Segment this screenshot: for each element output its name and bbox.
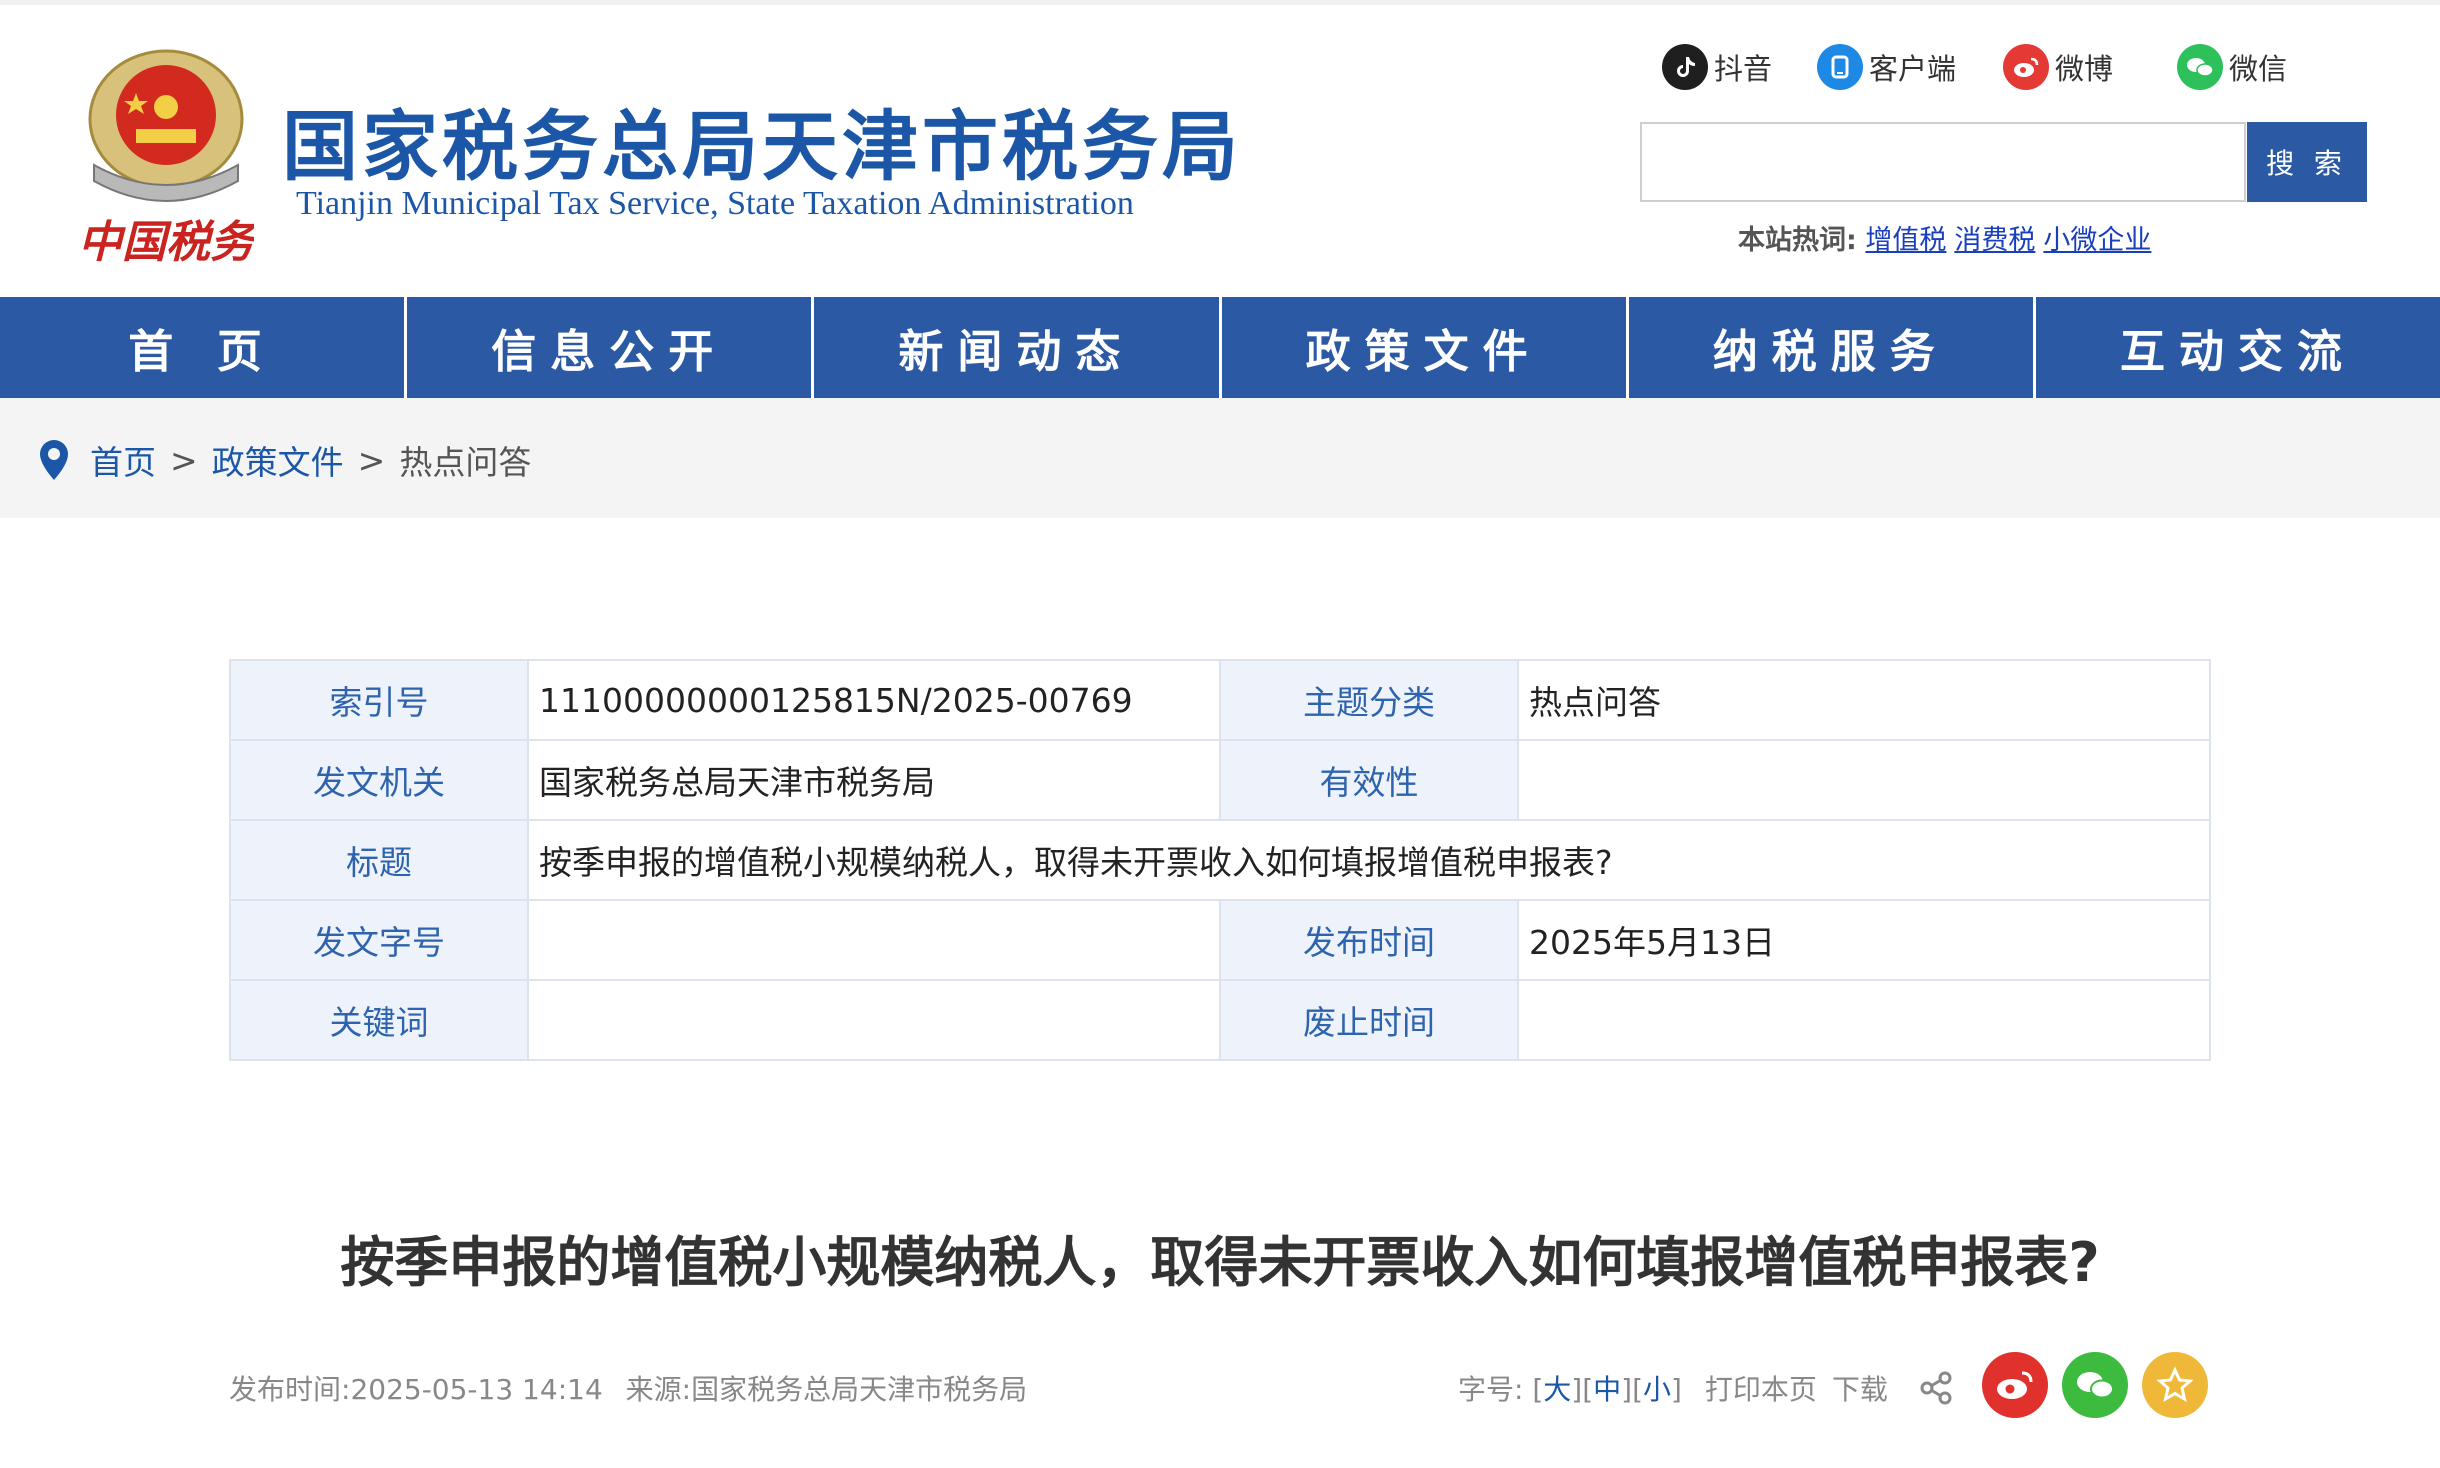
document-meta-table: 索引号 11100000000125815N/2025-00769 主题分类 热… [229, 659, 2211, 1061]
table-row: 发文字号 发布时间 2025年5月13日 [229, 899, 2211, 981]
search-button[interactable]: 搜 索 [2247, 122, 2367, 202]
meta-label: 发布时间 [1219, 899, 1519, 981]
social-link-weibo[interactable]: 微博 [2003, 43, 2113, 91]
site-title-english: Tianjin Municipal Tax Service, State Tax… [296, 185, 1134, 222]
wechat-icon [2177, 44, 2223, 90]
social-label: 微信 [2229, 52, 2288, 86]
social-label: 客户端 [1869, 52, 1957, 86]
breadcrumb-policy[interactable]: 政策文件 [212, 436, 344, 484]
meta-value [1517, 979, 2211, 1061]
weibo-icon [2003, 44, 2049, 90]
social-label: 抖音 [1714, 52, 1773, 86]
meta-label: 关键词 [229, 979, 529, 1061]
hot-word-link[interactable]: 增值税 [1865, 225, 1946, 256]
article-meta: 发布时间:2025-05-13 14:14 来源:国家税务总局天津市税务局 [229, 1368, 1027, 1408]
print-button[interactable]: 打印本页 [1705, 1373, 1817, 1406]
wechat-icon [2077, 1372, 2114, 1399]
nav-item-home[interactable]: 首 页 [0, 297, 408, 398]
site-header: 中国税务 国家税务总局天津市税务局 Tianjin Municipal Tax … [0, 5, 2440, 297]
emblem-calligraphy: 中国税务 [78, 217, 254, 268]
meta-value: 2025年5月13日 [1517, 899, 2211, 981]
social-link-wechat[interactable]: 微信 [2177, 43, 2287, 91]
weibo-icon [1997, 1371, 2033, 1399]
douyin-icon [1662, 44, 1708, 90]
meta-label: 标题 [229, 819, 529, 901]
share-wechat-button[interactable] [2062, 1352, 2128, 1418]
hot-word-link[interactable]: 小微企业 [2043, 225, 2151, 256]
font-medium-button[interactable]: 中 [1593, 1373, 1621, 1406]
hot-word-link[interactable]: 消费税 [1954, 225, 2035, 256]
nav-item-info-disclosure[interactable]: 信息公开 [407, 297, 815, 398]
article-tools: 字号: [大][中][小] 打印本页 下载 [1458, 1373, 1888, 1406]
font-large-button[interactable]: 大 [1543, 1373, 1571, 1406]
breadcrumb-home[interactable]: 首页 [90, 436, 156, 484]
breadcrumb: 首页 > 政策文件 > 热点问答 [36, 438, 531, 482]
source-label: 来源: [625, 1373, 692, 1406]
meta-label: 废止时间 [1219, 979, 1519, 1061]
published-time: 2025-05-13 14:14 [350, 1373, 603, 1406]
meta-value [527, 979, 1221, 1061]
meta-value [527, 899, 1221, 981]
share-weibo-button[interactable] [1982, 1352, 2048, 1418]
table-row: 发文机关 国家税务总局天津市税务局 有效性 [229, 739, 2211, 821]
breadcrumb-separator: > [357, 440, 386, 480]
meta-label: 有效性 [1219, 739, 1519, 821]
search-input[interactable] [1640, 122, 2246, 202]
nav-item-tax-service[interactable]: 纳税服务 [1629, 297, 2036, 398]
meta-label: 发文机关 [229, 739, 529, 821]
location-pin-icon [40, 440, 68, 480]
meta-label: 索引号 [229, 659, 529, 741]
table-row: 标题 按季申报的增值税小规模纳税人，取得未开票收入如何填报增值税申报表? [229, 819, 2211, 901]
national-emblem-logo[interactable]: 中国税务 [78, 45, 254, 275]
hot-words: 本站热词: 增值税 消费税 小微企业 [1738, 218, 2159, 257]
favorite-button[interactable] [2142, 1352, 2208, 1418]
breadcrumb-current: 热点问答 [399, 443, 532, 482]
meta-value: 按季申报的增值税小规模纳税人，取得未开票收入如何填报增值税申报表? [527, 819, 2211, 901]
nav-item-interaction[interactable]: 互动交流 [2036, 297, 2440, 398]
source-value: 国家税务总局天津市税务局 [691, 1373, 1028, 1406]
breadcrumb-separator: > [170, 440, 198, 480]
site-title[interactable]: 国家税务总局天津市税务局 [282, 85, 1242, 195]
meta-value [1517, 739, 2211, 821]
share-icon[interactable] [1918, 1370, 1954, 1406]
meta-value: 国家税务总局天津市税务局 [527, 739, 1221, 821]
social-link-douyin[interactable]: 抖音 [1662, 43, 1772, 91]
social-label: 微博 [2055, 52, 2114, 86]
nav-item-policy[interactable]: 政策文件 [1222, 297, 1629, 398]
meta-label: 主题分类 [1219, 659, 1519, 741]
font-size-label: 字号: [1458, 1373, 1524, 1406]
article-title: 按季申报的增值税小规模纳税人，取得未开票收入如何填报增值税申报表? [340, 1231, 2100, 1294]
meta-label: 发文字号 [229, 899, 529, 981]
nav-item-news[interactable]: 新闻动态 [814, 297, 1222, 398]
meta-value: 11100000000125815N/2025-00769 [527, 659, 1221, 741]
published-label: 发布时间: [229, 1373, 351, 1406]
meta-value: 热点问答 [1517, 659, 2211, 741]
client-app-icon [1817, 44, 1863, 90]
font-small-button[interactable]: 小 [1643, 1373, 1671, 1406]
table-row: 索引号 11100000000125815N/2025-00769 主题分类 热… [229, 659, 2211, 741]
main-nav: 首 页 信息公开 新闻动态 政策文件 纳税服务 互动交流 [0, 297, 2440, 398]
star-icon [2156, 1366, 2194, 1403]
download-button[interactable]: 下载 [1832, 1373, 1888, 1406]
hot-words-label: 本站热词: [1738, 225, 1857, 256]
social-link-client[interactable]: 客户端 [1817, 43, 1956, 91]
table-row: 关键词 废止时间 [229, 979, 2211, 1061]
